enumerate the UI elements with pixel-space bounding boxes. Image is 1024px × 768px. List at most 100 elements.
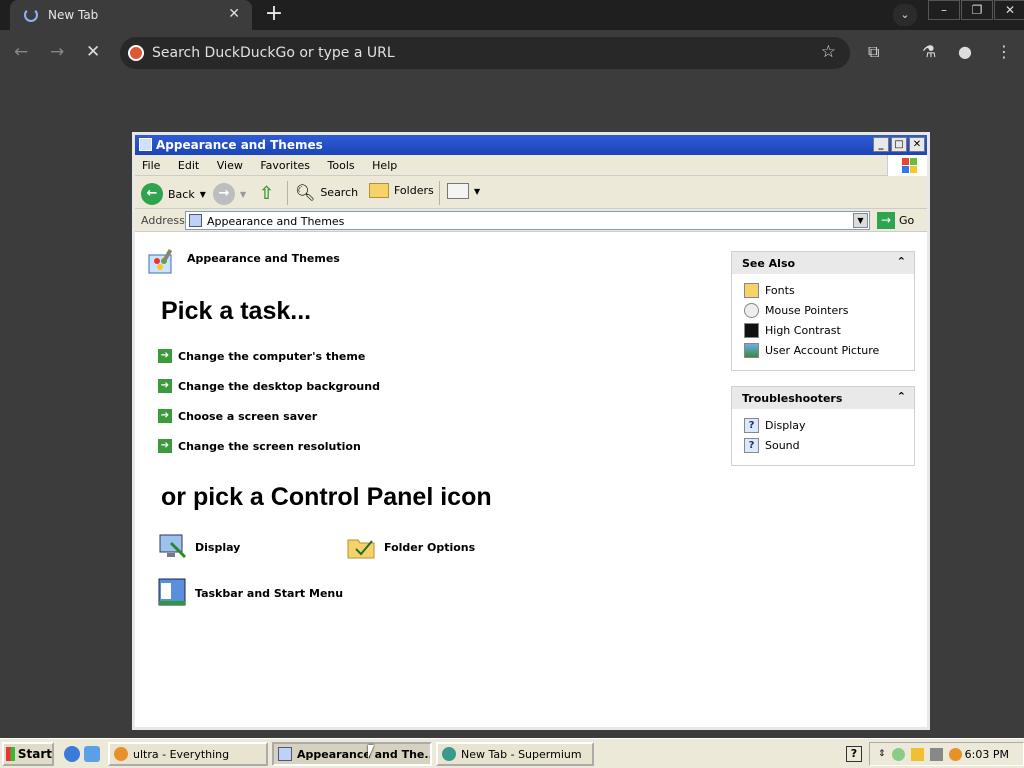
profile-icon[interactable]: ● [958,42,972,61]
xp-minimize-icon[interactable]: _ [873,137,889,152]
views-dropdown-icon[interactable]: ▼ [474,187,480,196]
task-change-theme[interactable]: ➔ Change the computer's theme [158,349,365,363]
mouse-icon [744,302,759,318]
search-icon: 🔍︎ [295,183,316,202]
tray-app-icon[interactable] [891,747,905,761]
internet-explorer-icon[interactable] [64,746,80,762]
extensions-icon[interactable]: ⧉ [868,42,879,62]
mouse-cursor-icon [368,745,374,759]
go-button[interactable]: → Go [877,212,914,229]
up-folder-icon: ⇧ [259,183,275,204]
taskbar-item-appearance[interactable]: Appearance and The... [272,742,432,766]
windows-flag-icon [6,747,15,761]
tab-search-chevron-icon[interactable]: ⌄ [893,4,917,26]
start-label: Start [17,747,52,761]
browser-toolbar: ← → ✕ Search DuckDuckGo or type a URL ☆ … [0,30,1024,76]
link-label: User Account Picture [765,343,880,357]
menu-kebab-icon[interactable]: ⋮ [996,42,1012,61]
back-arrow-icon: ← [141,183,163,205]
user-picture-icon [744,342,759,358]
search-tray-icon[interactable] [948,747,962,761]
up-folder-button[interactable]: ⇧ [259,183,274,204]
taskbar-item-everything[interactable]: ultra - Everything [108,742,268,766]
tray-expand-icon[interactable]: ⇕ [878,749,886,759]
taskbar-item-supermium[interactable]: New Tab - Supermium [436,742,594,766]
menu-edit[interactable]: Edit [171,155,206,172]
help-question-icon: ? [744,437,759,453]
folders-button[interactable]: Folders [369,183,434,198]
menu-favorites[interactable]: Favorites [253,155,317,172]
search-button[interactable]: 🔍︎ Search [295,183,358,202]
address-value: Appearance and Themes [207,215,345,228]
window-titlebar[interactable]: Appearance and Themes _ □ ✕ [135,135,927,155]
go-label: Go [899,214,915,227]
back-arrow-icon[interactable]: ← [14,42,28,62]
close-tab-icon[interactable]: ✕ [228,6,240,22]
see-also-header[interactable]: See Also ⌃ [732,252,914,274]
views-button[interactable]: ▼ [447,183,480,199]
cp-icon-display[interactable]: Display [157,531,240,563]
see-also-user-account-picture[interactable]: User Account Picture [732,340,914,360]
quick-launch-icon[interactable] [84,746,100,762]
menu-view[interactable]: View [210,155,250,172]
folders-icon [369,183,389,198]
troubleshooter-sound[interactable]: ? Sound [732,435,914,455]
browser-tab[interactable]: New Tab ✕ [10,0,252,30]
troubleshooters-header[interactable]: Troubleshooters ⌃ [732,387,914,409]
task-screen-saver[interactable]: ➔ Choose a screen saver [158,409,317,423]
cp-icon-folder-options[interactable]: Folder Options [346,531,475,563]
see-also-fonts[interactable]: Fonts [732,280,914,300]
bookmark-star-icon[interactable]: ☆ [821,42,836,62]
back-dropdown-icon[interactable]: ▼ [200,190,206,199]
forward-arrow-icon[interactable]: → [50,42,64,62]
address-label: Address [141,214,185,227]
see-also-panel: See Also ⌃ Fonts Mouse Pointers High Con… [731,251,915,371]
category-content: Appearance and Themes Pick a task... ➔ C… [135,235,927,727]
address-dropdown-icon[interactable]: ▼ [853,213,868,228]
address-bar: Address Appearance and Themes ▼ → Go [135,209,927,232]
restore-icon[interactable]: ❐ [961,0,993,20]
task-arrow-icon: ➔ [158,439,172,453]
forward-button[interactable]: → ▼ [213,183,246,205]
see-also-high-contrast[interactable]: High Contrast [732,320,914,340]
omnibox[interactable]: Search DuckDuckGo or type a URL ☆ [120,37,850,69]
forward-dropdown-icon[interactable]: ▼ [240,190,246,199]
pick-task-heading: Pick a task... [161,297,312,325]
labs-flask-icon[interactable]: ⚗ [922,42,936,61]
minimize-icon[interactable]: – [928,0,960,20]
back-label: Back [168,187,195,201]
start-button[interactable]: Start [2,742,54,766]
xp-maximize-icon[interactable]: □ [891,137,907,152]
stop-loading-icon[interactable]: ✕ [86,42,100,62]
close-icon[interactable]: ✕ [994,0,1024,20]
troubleshooter-display[interactable]: ? Display [732,415,914,435]
collapse-chevron-icon[interactable]: ⌃ [897,390,906,403]
taskbar: Start ultra - Everything Appearance and … [0,738,1024,768]
back-button[interactable]: ← Back ▼ [141,183,206,205]
help-icon[interactable]: ? [846,746,862,762]
task-arrow-icon: ➔ [158,349,172,363]
go-arrow-icon: → [877,212,895,229]
forward-arrow-icon: → [213,183,235,205]
see-also-mouse-pointers[interactable]: Mouse Pointers [732,300,914,320]
xp-close-icon[interactable]: ✕ [909,137,925,152]
menu-tools[interactable]: Tools [321,155,362,172]
task-arrow-icon: ➔ [158,379,172,393]
toolbar-separator [439,181,440,205]
toolbar-separator [287,181,288,205]
link-label: High Contrast [765,323,841,337]
task-screen-resolution[interactable]: ➔ Change the screen resolution [158,439,361,453]
see-also-title: See Also [742,257,796,270]
menu-file[interactable]: File [135,155,167,172]
network-icon[interactable] [929,747,943,761]
security-shield-icon[interactable] [910,747,924,761]
task-change-background[interactable]: ➔ Change the desktop background [158,379,380,393]
xp-window-buttons: _ □ ✕ [871,137,925,152]
task-arrow-icon: ➔ [158,409,172,423]
new-tab-button[interactable]: + [262,3,286,27]
collapse-chevron-icon[interactable]: ⌃ [897,255,906,268]
menu-help[interactable]: Help [365,155,404,172]
cp-icon-taskbar-start-menu[interactable]: Taskbar and Start Menu [157,577,343,609]
address-input[interactable]: Appearance and Themes ▼ [185,211,870,230]
menu-bar: File Edit View Favorites Tools Help [135,155,927,176]
